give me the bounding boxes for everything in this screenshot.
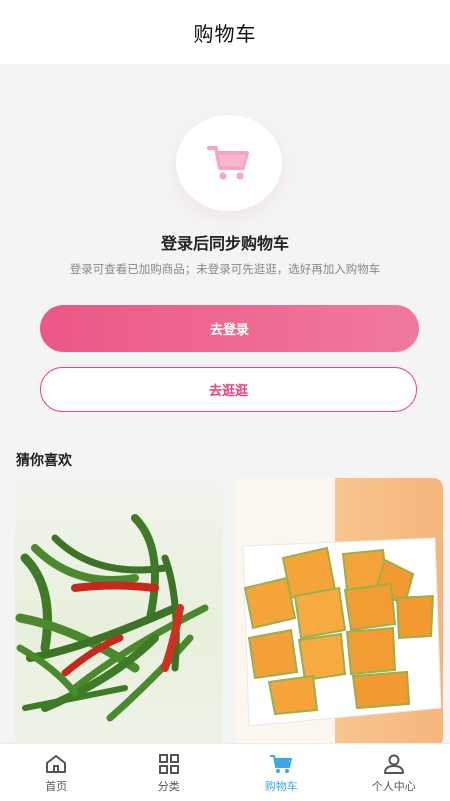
tab-profile-label: 个人中心 [372, 778, 416, 794]
empty-state-description: 登录可查看已加购商品；未登录可先逛逛，选好再加入购物车 [0, 261, 450, 277]
browse-button[interactable]: 去逛逛 [40, 367, 417, 412]
chili-peppers-image [15, 478, 223, 748]
product-card-chili[interactable] [15, 478, 223, 748]
tab-home[interactable]: 首页 [0, 744, 113, 801]
product-card-pumpkin[interactable] [235, 478, 443, 748]
login-button[interactable]: 去登录 [40, 305, 419, 352]
bottom-tab-bar: 首页 分类 购物车 个人中心 [0, 743, 450, 801]
tab-cart[interactable]: 购物车 [225, 744, 338, 801]
grid-icon [158, 754, 180, 774]
empty-cart-badge [176, 115, 282, 211]
tab-category[interactable]: 分类 [113, 744, 226, 801]
top-bar: 购物车 [0, 0, 450, 64]
page-title: 购物车 [194, 18, 257, 47]
recommend-title: 猜你喜欢 [16, 450, 72, 470]
tab-home-label: 首页 [45, 778, 67, 794]
cart-icon [269, 754, 293, 774]
empty-state-title: 登录后同步购物车 [0, 230, 450, 254]
tab-profile[interactable]: 个人中心 [338, 744, 450, 801]
home-icon [45, 754, 67, 774]
tab-cart-label: 购物车 [265, 778, 298, 794]
user-icon [383, 754, 405, 774]
shopping-cart-icon [207, 143, 251, 183]
pumpkin-image [235, 478, 443, 748]
tab-category-label: 分类 [158, 778, 180, 794]
